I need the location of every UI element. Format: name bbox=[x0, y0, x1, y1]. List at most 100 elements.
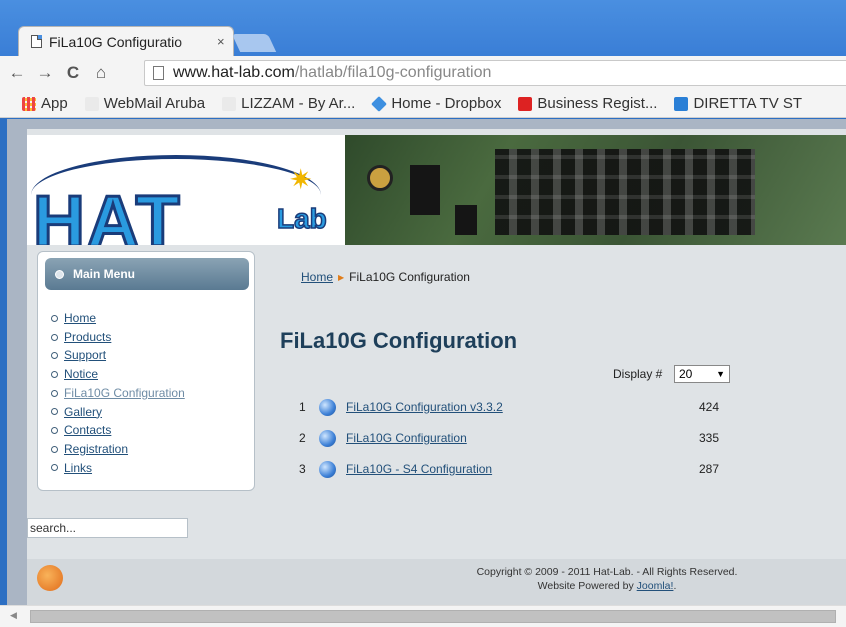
rss-icon[interactable] bbox=[37, 565, 63, 591]
tab-active[interactable]: FiLa10G Configuratio × bbox=[18, 26, 234, 56]
menu-item-link[interactable]: Links bbox=[64, 459, 92, 478]
menu-item-link[interactable]: Support bbox=[64, 346, 106, 365]
document-hits: 335 bbox=[698, 431, 719, 445]
menu-item: Contacts bbox=[51, 421, 185, 440]
address-bar[interactable]: www.hat-lab.com/hatlab/fila10g-configura… bbox=[144, 60, 846, 86]
page-icon bbox=[31, 35, 42, 48]
document-icon[interactable] bbox=[319, 460, 336, 478]
menu-item: Products bbox=[51, 328, 185, 347]
chip-shape bbox=[455, 205, 477, 235]
menu-item-link[interactable]: Home bbox=[64, 309, 96, 328]
copyright: Copyright © 2009 - 2011 Hat-Lab. - All R… bbox=[407, 565, 807, 593]
bookmark-label: Home - Dropbox bbox=[391, 95, 502, 112]
home-icon[interactable]: ⌂ bbox=[90, 63, 112, 83]
bookmark-webmail-aruba[interactable]: WebMail Aruba bbox=[84, 95, 206, 112]
bookmark-lizzam[interactable]: LIZZAM - By Ar... bbox=[222, 95, 355, 112]
menu-item: FiLa10G Configuration bbox=[51, 384, 185, 403]
leaf-icon bbox=[222, 96, 237, 111]
breadcrumb: Home ▶ FiLa10G Configuration bbox=[301, 270, 470, 284]
tab-title: FiLa10G Configuratio bbox=[49, 33, 183, 50]
menu-item: Home bbox=[51, 309, 185, 328]
document-hits: 424 bbox=[698, 400, 719, 414]
bullet-icon bbox=[51, 464, 58, 472]
new-tab-button[interactable] bbox=[231, 34, 277, 52]
powered-by: Website Powered by Joomla!. bbox=[407, 579, 807, 593]
menu-item-link[interactable]: Notice bbox=[64, 365, 98, 384]
menu-item: Gallery bbox=[51, 403, 185, 422]
document-number: 3 bbox=[299, 462, 306, 476]
logo-text: HAT bbox=[32, 181, 182, 246]
page-icon bbox=[153, 66, 164, 80]
bullet-icon bbox=[51, 427, 58, 435]
document-number: 1 bbox=[299, 400, 306, 414]
bookmark-dropbox[interactable]: Home - Dropbox bbox=[371, 95, 502, 112]
reload-icon[interactable]: C bbox=[62, 63, 84, 83]
powered-prefix: Website Powered by bbox=[537, 580, 637, 592]
joomla-link[interactable]: Joomla! bbox=[637, 580, 674, 592]
document-icon[interactable] bbox=[319, 398, 336, 416]
document-row: 1 FiLa10G Configuration v3.3.2 424 bbox=[299, 397, 719, 417]
search-input[interactable]: search... bbox=[27, 518, 188, 538]
bookmark-label: Business Regist... bbox=[537, 95, 658, 112]
powered-suffix: . bbox=[673, 580, 677, 592]
main-menu-header: Main Menu bbox=[45, 258, 249, 290]
menu-item-link[interactable]: Products bbox=[64, 328, 111, 347]
star-icon: ✷ bbox=[289, 164, 313, 195]
menu-item-link[interactable]: FiLa10G Configuration bbox=[64, 384, 185, 403]
dropbox-icon bbox=[371, 95, 388, 112]
bookmark-diretta-tv[interactable]: DIRETTA TV ST bbox=[674, 95, 802, 112]
back-icon[interactable]: ← bbox=[6, 63, 28, 83]
forward-icon[interactable]: → bbox=[34, 63, 56, 83]
document-row: 2 FiLa10G Configuration 335 bbox=[299, 428, 719, 448]
chip-shape bbox=[410, 165, 440, 215]
logo-subtext: Lab bbox=[276, 202, 327, 235]
scroll-left-icon[interactable]: ◀ bbox=[10, 610, 17, 621]
menu-item: Support bbox=[51, 346, 185, 365]
menu-item-link[interactable]: Gallery bbox=[64, 403, 102, 422]
title-bar: FiLa10G Configuratio × bbox=[0, 0, 846, 56]
bookmarks-bar: App WebMail Aruba LIZZAM - By Ar... Home… bbox=[0, 90, 846, 118]
menu-item-link[interactable]: Registration bbox=[64, 440, 128, 459]
bullet-icon bbox=[51, 352, 58, 360]
url-path: /hatlab/fila10g-configuration bbox=[294, 64, 492, 81]
url-host: www.hat-lab.com bbox=[173, 64, 295, 81]
site-banner: HAT ✷ Lab bbox=[27, 135, 846, 245]
horizontal-scrollbar[interactable]: ◀ bbox=[0, 605, 846, 627]
s-logo-icon bbox=[518, 96, 533, 111]
copyright-text: Copyright © 2009 - 2011 Hat-Lab. - All R… bbox=[476, 566, 738, 578]
g-logo-icon bbox=[674, 96, 689, 111]
document-hits: 287 bbox=[698, 462, 719, 476]
apps-grid-icon bbox=[22, 96, 36, 111]
bookmark-label: WebMail Aruba bbox=[103, 95, 206, 112]
breadcrumb-current: FiLa10G Configuration bbox=[349, 270, 470, 284]
document-link[interactable]: FiLa10G Configuration bbox=[346, 431, 626, 445]
scrollbar-thumb[interactable] bbox=[30, 610, 836, 623]
bullet-icon bbox=[51, 370, 58, 378]
bullet-icon bbox=[51, 314, 58, 322]
breadcrumb-arrow-icon: ▶ bbox=[338, 272, 345, 282]
dropdown-arrow-icon: ▼ bbox=[716, 369, 725, 379]
bookmark-label: LIZZAM - By Ar... bbox=[241, 95, 356, 112]
circuit-board-image bbox=[345, 135, 846, 245]
bookmark-label: DIRETTA TV ST bbox=[693, 95, 803, 112]
display-select-value: 20 bbox=[679, 367, 693, 381]
display-select[interactable]: 20 ▼ bbox=[674, 365, 730, 383]
main-menu-list: Home Products Support Notice FiLa10G Configu… bbox=[51, 309, 185, 477]
bookmark-business-regist[interactable]: Business Regist... bbox=[518, 95, 657, 112]
breadcrumb-home-link[interactable]: Home bbox=[301, 270, 333, 284]
capacitor-shape bbox=[367, 165, 393, 191]
menu-item: Registration bbox=[51, 440, 185, 459]
bullet-icon bbox=[51, 445, 58, 453]
main-menu: Main Menu Home Products Support Notice FiLa1… bbox=[37, 251, 255, 491]
menu-item: Notice bbox=[51, 365, 185, 384]
document-link[interactable]: FiLa10G - S4 Configuration bbox=[346, 462, 626, 476]
bookmark-app[interactable]: App bbox=[22, 95, 68, 112]
site-logo[interactable]: HAT ✷ Lab bbox=[27, 135, 345, 245]
menu-item: Links bbox=[51, 459, 185, 478]
menu-item-link[interactable]: Contacts bbox=[64, 421, 111, 440]
document-link[interactable]: FiLa10G Configuration v3.3.2 bbox=[346, 400, 626, 414]
main-menu-title: Main Menu bbox=[73, 267, 135, 281]
mail-icon bbox=[84, 96, 99, 111]
document-icon[interactable] bbox=[319, 429, 336, 447]
tab-close-icon[interactable]: × bbox=[217, 34, 225, 49]
